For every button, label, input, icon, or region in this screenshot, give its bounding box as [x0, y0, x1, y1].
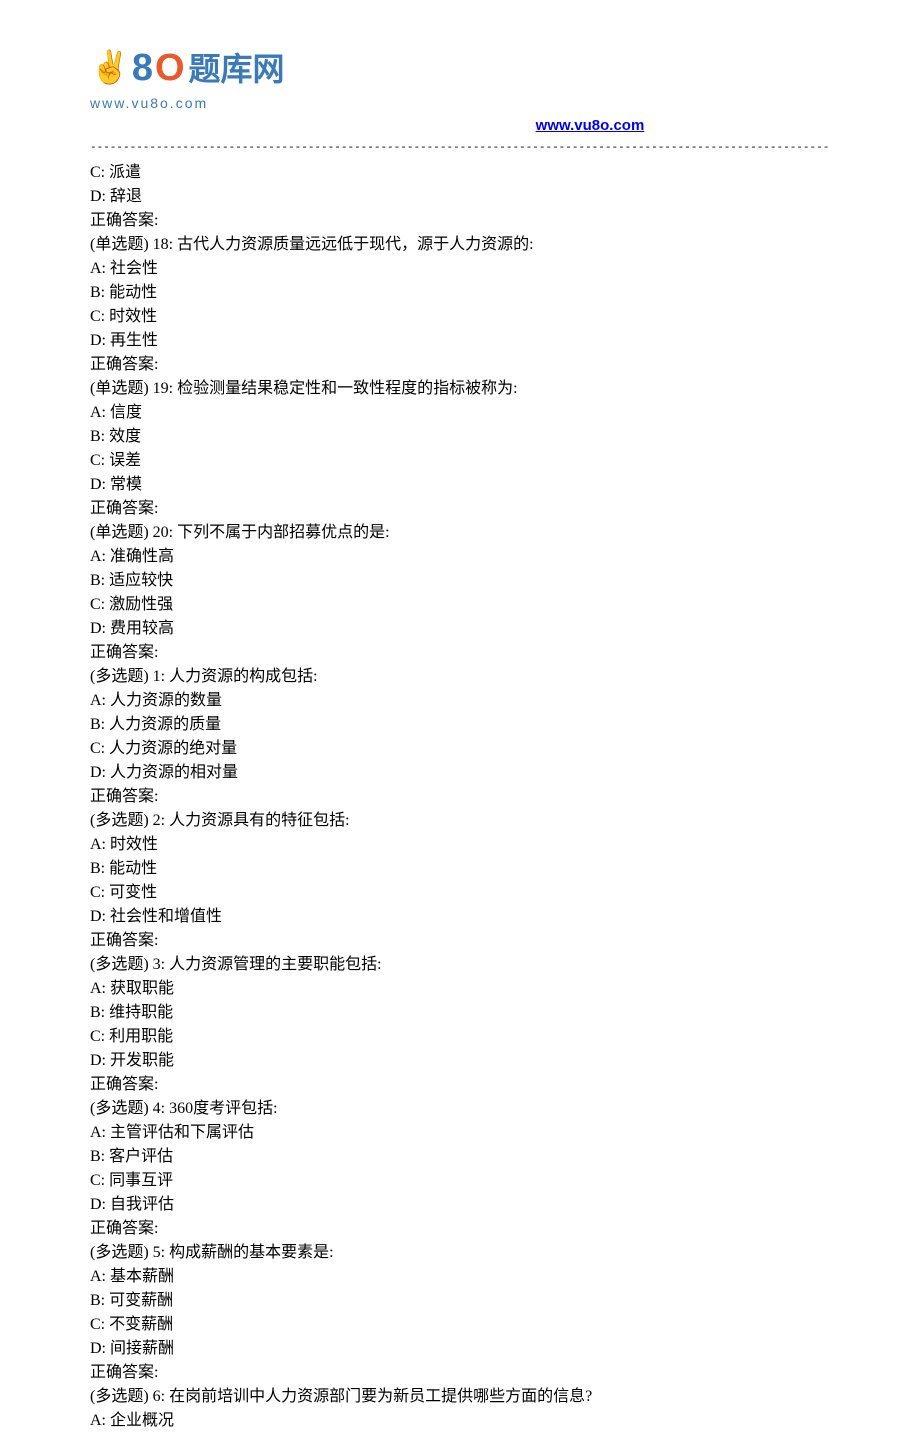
content-line: C: 派遣 — [90, 161, 830, 185]
content-line: C: 误差 — [90, 449, 830, 473]
content-line: (单选题) 18: 古代人力资源质量远远低于现代，源于人力资源的: — [90, 233, 830, 257]
logo-block: ✌ 8 O 题库网 www.vu8o.com — [90, 40, 285, 114]
content-line: B: 维持职能 — [90, 1001, 830, 1025]
content-line: C: 不变薪酬 — [90, 1313, 830, 1337]
content-line: D: 开发职能 — [90, 1049, 830, 1073]
content-line: B: 适应较快 — [90, 569, 830, 593]
content-line: A: 企业概况 — [90, 1409, 830, 1433]
content-line: A: 社会性 — [90, 257, 830, 281]
content-line: C: 同事互评 — [90, 1169, 830, 1193]
content-line: (单选题) 19: 检验测量结果稳定性和一致性程度的指标被称为: — [90, 377, 830, 401]
content-line: 正确答案: — [90, 641, 830, 665]
content-line: 正确答案: — [90, 785, 830, 809]
content-line: D: 辞退 — [90, 185, 830, 209]
content-line: A: 准确性高 — [90, 545, 830, 569]
content-line: A: 人力资源的数量 — [90, 689, 830, 713]
content-line: (多选题) 1: 人力资源的构成包括: — [90, 665, 830, 689]
content-line: C: 可变性 — [90, 881, 830, 905]
content-line: D: 社会性和增值性 — [90, 905, 830, 929]
content-line: C: 利用职能 — [90, 1025, 830, 1049]
document-content: C: 派遣D: 辞退正确答案:(单选题) 18: 古代人力资源质量远远低于现代，… — [90, 161, 830, 1433]
content-line: C: 时效性 — [90, 305, 830, 329]
content-line: D: 人力资源的相对量 — [90, 761, 830, 785]
content-line: A: 时效性 — [90, 833, 830, 857]
logo-url-text: www.vu8o.com — [90, 93, 285, 114]
content-line: 正确答案: — [90, 209, 830, 233]
content-line: D: 常模 — [90, 473, 830, 497]
content-line: B: 客户评估 — [90, 1145, 830, 1169]
content-line: 正确答案: — [90, 497, 830, 521]
content-line: D: 间接薪酬 — [90, 1337, 830, 1361]
divider-line: ----------------------------------------… — [90, 140, 830, 157]
content-line: 正确答案: — [90, 1073, 830, 1097]
content-line: B: 可变薪酬 — [90, 1289, 830, 1313]
content-line: B: 效度 — [90, 425, 830, 449]
content-line: C: 激励性强 — [90, 593, 830, 617]
logo-digit-eight: 8 — [132, 40, 153, 97]
content-line: 正确答案: — [90, 353, 830, 377]
content-line: A: 获取职能 — [90, 977, 830, 1001]
victory-hand-icon: ✌ — [90, 43, 130, 91]
content-line: (多选题) 6: 在岗前培训中人力资源部门要为新员工提供哪些方面的信息? — [90, 1385, 830, 1409]
logo-chinese-text: 题库网 — [189, 45, 285, 93]
content-line: (单选题) 20: 下列不属于内部招募优点的是: — [90, 521, 830, 545]
content-line: C: 人力资源的绝对量 — [90, 737, 830, 761]
content-line: A: 信度 — [90, 401, 830, 425]
page-header: ✌ 8 O 题库网 www.vu8o.com www.vu8o.com ----… — [90, 40, 830, 157]
header-url-link[interactable]: www.vu8o.com — [536, 117, 645, 134]
content-line: D: 费用较高 — [90, 617, 830, 641]
content-line: (多选题) 2: 人力资源具有的特征包括: — [90, 809, 830, 833]
content-line: D: 再生性 — [90, 329, 830, 353]
content-line: 正确答案: — [90, 1361, 830, 1385]
content-line: (多选题) 5: 构成薪酬的基本要素是: — [90, 1241, 830, 1265]
header-url-line: www.vu8o.com — [90, 114, 830, 138]
content-line: B: 能动性 — [90, 857, 830, 881]
content-line: B: 人力资源的质量 — [90, 713, 830, 737]
content-line: B: 能动性 — [90, 281, 830, 305]
content-line: (多选题) 3: 人力资源管理的主要职能包括: — [90, 953, 830, 977]
logo-top-row: ✌ 8 O 题库网 — [90, 40, 285, 97]
content-line: A: 基本薪酬 — [90, 1265, 830, 1289]
logo-area: ✌ 8 O 题库网 www.vu8o.com — [90, 40, 830, 114]
logo-digit-zero: O — [155, 40, 185, 97]
content-line: 正确答案: — [90, 1217, 830, 1241]
content-line: 正确答案: — [90, 929, 830, 953]
content-line: (多选题) 4: 360度考评包括: — [90, 1097, 830, 1121]
content-line: A: 主管评估和下属评估 — [90, 1121, 830, 1145]
content-line: D: 自我评估 — [90, 1193, 830, 1217]
